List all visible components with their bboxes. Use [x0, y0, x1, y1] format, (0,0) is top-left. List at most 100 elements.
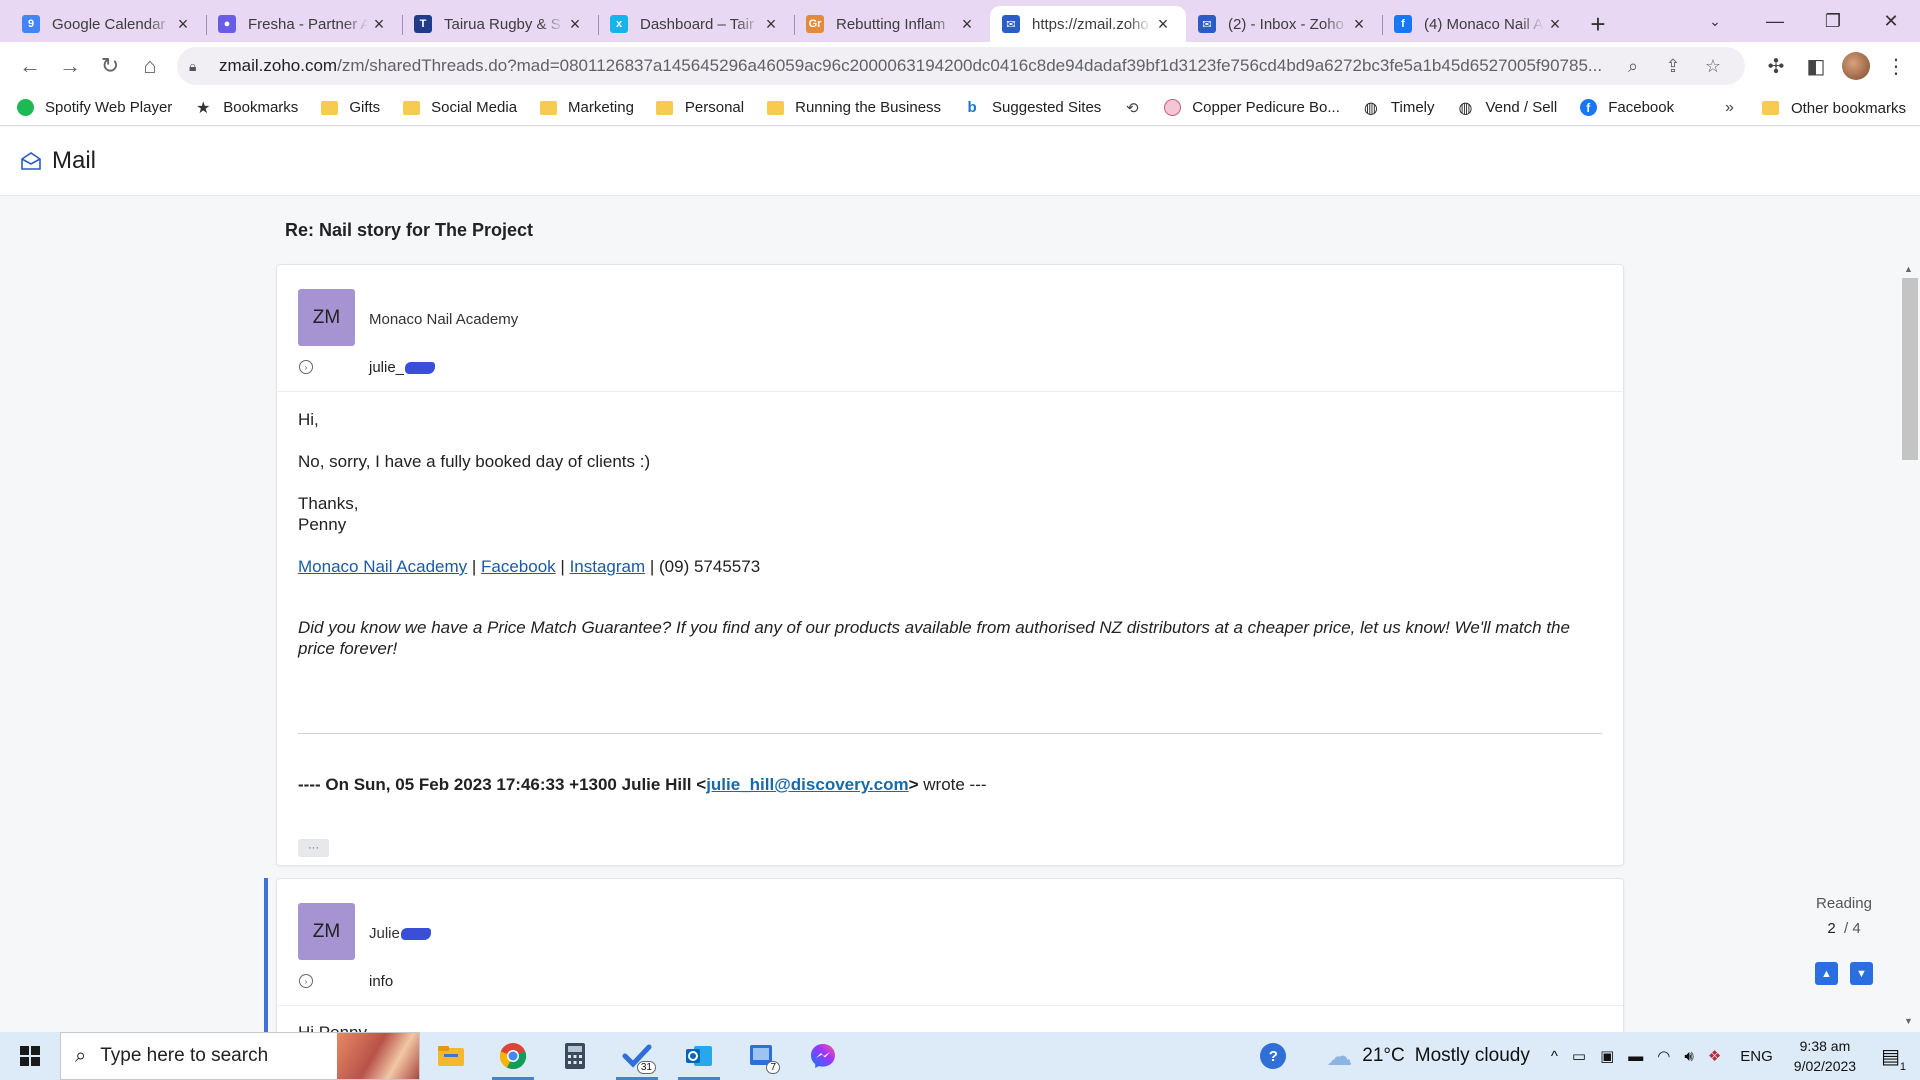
bookmark-item[interactable]: f Facebook: [1579, 99, 1674, 117]
instagram-link[interactable]: Instagram: [570, 557, 646, 576]
bookmark-label: Timely: [1390, 99, 1435, 116]
quoted-email-link[interactable]: julie_hill@discovery.com: [706, 775, 908, 794]
weather-condition: Mostly cloudy: [1414, 1045, 1530, 1066]
meet-now-icon[interactable]: ▭: [1572, 1047, 1586, 1065]
close-tab-icon[interactable]: ×: [1544, 13, 1566, 35]
more-bookmarks-icon[interactable]: »: [1725, 99, 1734, 117]
teams-icon[interactable]: 7: [730, 1032, 792, 1080]
new-tab-button[interactable]: +: [1578, 6, 1618, 42]
close-tab-icon[interactable]: ×: [1152, 13, 1174, 35]
facebook-icon: f: [1579, 99, 1597, 117]
outlook-icon[interactable]: [668, 1032, 730, 1080]
redaction-scribble: [405, 362, 436, 375]
forward-icon[interactable]: →: [50, 46, 90, 86]
file-explorer-icon[interactable]: [420, 1032, 482, 1080]
page-scrollbar[interactable]: ▲ ▼: [1900, 264, 1920, 1032]
close-window-icon[interactable]: ✕: [1862, 0, 1920, 42]
facebook-link[interactable]: Facebook: [481, 557, 556, 576]
bookmark-label: Personal: [684, 99, 745, 116]
bookmark-item[interactable]: b Suggested Sites: [963, 99, 1101, 117]
scroll-down-icon[interactable]: ▼: [1904, 1016, 1913, 1026]
previous-message-button[interactable]: ▲: [1815, 962, 1838, 985]
profile-avatar[interactable]: [1836, 46, 1876, 86]
lock-icon[interactable]: 🔒︎: [189, 58, 205, 74]
language-indicator[interactable]: ENG: [1740, 1048, 1773, 1065]
close-tab-icon[interactable]: ×: [760, 13, 782, 35]
weather-widget[interactable]: ☁ 21°C Mostly cloudy: [1326, 1041, 1530, 1072]
wifi-icon[interactable]: ◠: [1657, 1047, 1670, 1065]
message-header[interactable]: ZM Julie › info: [277, 879, 1623, 1006]
close-tab-icon[interactable]: ×: [172, 13, 194, 35]
thread-subject: Re: Nail story for The Project: [285, 220, 534, 240]
recipient-toggle-icon[interactable]: ›: [299, 974, 313, 988]
globe-icon: ◍: [1363, 99, 1378, 117]
browser-tab[interactable]: 9 Google Calendar ×: [10, 6, 206, 42]
home-icon[interactable]: ⌂: [130, 46, 170, 86]
show-hidden-icons-icon[interactable]: ^: [1551, 1048, 1558, 1065]
reload-icon[interactable]: ↻: [90, 46, 130, 86]
show-quoted-button[interactable]: ···: [298, 839, 329, 857]
close-tab-icon[interactable]: ×: [956, 13, 978, 35]
bookmark-item[interactable]: Social Media: [402, 99, 517, 117]
minimize-icon[interactable]: —: [1746, 0, 1804, 42]
bookmark-item[interactable]: Running the Business: [766, 99, 941, 117]
share-icon[interactable]: ⇪: [1653, 56, 1693, 77]
volume-icon[interactable]: 🔊︎: [1684, 1048, 1693, 1065]
browser-tab[interactable]: ✉ (2) - Inbox - Zoho ×: [1186, 6, 1382, 42]
bookmark-star-icon[interactable]: ☆: [1693, 56, 1733, 77]
search-highlight-image: [337, 1033, 419, 1079]
browser-tab[interactable]: ✉ https://zmail.zoho ×: [990, 6, 1186, 42]
other-bookmarks[interactable]: Other bookmarks: [1762, 99, 1906, 117]
bookmark-item[interactable]: Spotify Web Player: [16, 99, 172, 117]
address-bar[interactable]: 🔒︎ zmail.zoho.com/zm/sharedThreads.do?ma…: [177, 47, 1745, 85]
side-panel-icon[interactable]: ◧: [1796, 46, 1836, 86]
browser-tab[interactable]: Gr Rebutting Inflam ×: [794, 6, 990, 42]
site-icon: [1163, 99, 1181, 117]
tab-title: Rebutting Inflam: [836, 15, 946, 33]
bookmark-item[interactable]: Copper Pedicure Bo...: [1163, 99, 1340, 117]
tab-search-icon[interactable]: ⌄: [1700, 8, 1730, 34]
notifications-icon[interactable]: ▤ 1: [1881, 1044, 1906, 1073]
browser-tab[interactable]: T Tairua Rugby & S ×: [402, 6, 598, 42]
bookmark-item[interactable]: Marketing: [539, 99, 634, 117]
close-tab-icon[interactable]: ×: [564, 13, 586, 35]
clock[interactable]: 9:38 am 9/02/2023: [1794, 1036, 1856, 1076]
temperature: 21°C: [1362, 1045, 1405, 1066]
scrollbar-thumb[interactable]: [1902, 278, 1918, 460]
bookmark-item[interactable]: Personal: [656, 99, 744, 117]
help-icon[interactable]: ?: [1260, 1043, 1287, 1069]
bookmark-item[interactable]: Gifts: [320, 99, 380, 117]
scroll-up-icon[interactable]: ▲: [1904, 264, 1913, 274]
message-header[interactable]: ZM Monaco Nail Academy › julie_: [277, 265, 1623, 392]
reading-indicator: Reading 2 / 4: [1800, 895, 1888, 937]
signature-links: Monaco Nail Academy | Facebook | Instagr…: [298, 557, 761, 576]
bookmark-item[interactable]: ◍ Vend / Sell: [1457, 99, 1558, 117]
bookmark-item[interactable]: ◍ Timely: [1362, 99, 1435, 117]
browser-tab[interactable]: ● Fresha - Partner A ×: [206, 6, 402, 42]
bookmark-item[interactable]: ★ Bookmarks: [194, 99, 298, 117]
close-tab-icon[interactable]: ×: [1348, 13, 1370, 35]
back-icon[interactable]: ←: [10, 46, 50, 86]
battery-icon[interactable]: ▬: [1628, 1048, 1643, 1065]
academy-link[interactable]: Monaco Nail Academy: [298, 557, 467, 576]
extensions-icon[interactable]: ✣: [1756, 46, 1796, 86]
calculator-icon[interactable]: [544, 1032, 606, 1080]
recipient-name: info: [369, 973, 394, 990]
browser-tab[interactable]: x Dashboard – Tair ×: [598, 6, 794, 42]
close-tab-icon[interactable]: ×: [368, 13, 390, 35]
todo-icon[interactable]: 31: [606, 1032, 668, 1080]
messenger-icon[interactable]: [792, 1032, 854, 1080]
recipient-toggle-icon[interactable]: ›: [299, 360, 313, 374]
display-icon[interactable]: ▣: [1600, 1047, 1614, 1065]
bookmark-item[interactable]: ⟲: [1123, 99, 1141, 117]
taskbar-search[interactable]: ⌕ Type here to search: [60, 1032, 420, 1080]
browser-menu-icon[interactable]: ⋮: [1876, 46, 1916, 86]
chrome-icon[interactable]: [482, 1032, 544, 1080]
url-text[interactable]: zmail.zoho.com/zm/sharedThreads.do?mad=0…: [219, 56, 1613, 76]
browser-tab[interactable]: f (4) Monaco Nail A ×: [1382, 6, 1578, 42]
dropbox-icon[interactable]: ❖: [1708, 1047, 1721, 1065]
next-message-button[interactable]: ▼: [1850, 962, 1873, 985]
restore-icon[interactable]: ❐: [1804, 0, 1862, 42]
start-button[interactable]: [0, 1032, 60, 1080]
zoom-icon[interactable]: ⌕: [1613, 56, 1653, 77]
